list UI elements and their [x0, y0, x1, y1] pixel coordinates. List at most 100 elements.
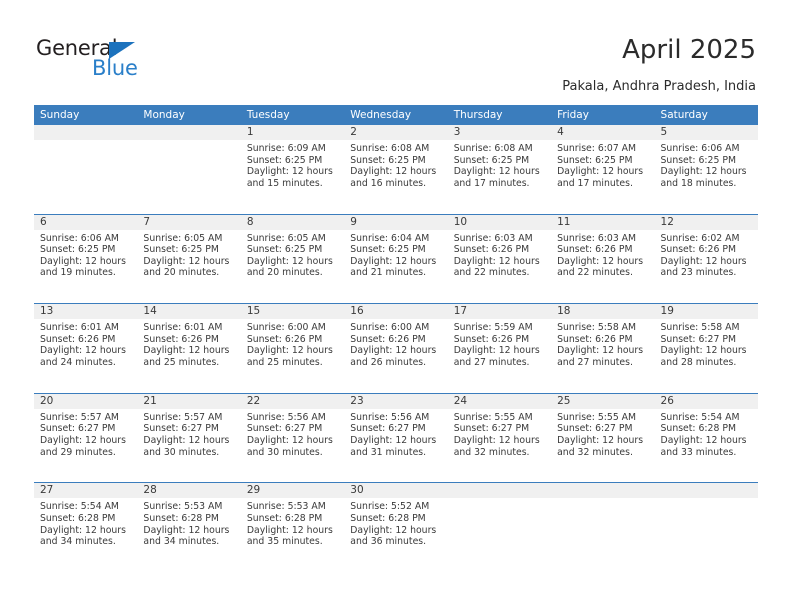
day-sun-info: Sunrise: 6:04 AM Sunset: 6:25 PM Daylight:…: [344, 230, 447, 279]
sunset-time: Sunset: 6:26 PM: [246, 333, 323, 345]
weekday-header-thursday: Thursday: [453, 109, 503, 121]
sunrise-time: Sunrise: 6:08 AM: [350, 143, 430, 154]
calendar-day-cell[interactable]: 24 Sunrise: 5:55 AM Sunset: 6:27 PM Dayligh…: [447, 393, 552, 483]
calendar-day-cell[interactable]: 1 Sunrise: 6:09 AM Sunset: 6:25 PM Daylight…: [240, 125, 345, 214]
daylight-duration: Daylight: 12 hours and 33 minutes.: [660, 434, 747, 458]
day-number: 7: [137, 214, 241, 230]
sunset-time: Sunset: 6:26 PM: [660, 244, 736, 256]
sunrise-time: Sunrise: 6:03 AM: [557, 232, 637, 244]
sunrise-time: Sunrise: 6:05 AM: [143, 232, 223, 244]
day-sun-info: Sunrise: 6:05 AM Sunset: 6:25 PM Daylight:…: [137, 230, 240, 279]
calendar-day-cell[interactable]: 6 Sunrise: 6:06 AM Sunset: 6:25 PM Daylight…: [34, 214, 138, 304]
sunset-time: Sunset: 6:26 PM: [40, 333, 116, 345]
sunrise-time: Sunrise: 5:53 AM: [143, 501, 223, 513]
sunrise-time: Sunrise: 5:54 AM: [660, 411, 740, 423]
sunset-time: Sunset: 6:26 PM: [350, 333, 426, 345]
calendar-page: General Blue April 2025 Pakala, Andhra P…: [0, 0, 792, 612]
calendar-day-cell[interactable]: 30 Sunrise: 5:52 AM Sunset: 6:28 PM Dayligh…: [344, 483, 448, 572]
daylight-duration: Daylight: 12 hours and 17 minutes.: [557, 166, 644, 189]
sunrise-time: Sunrise: 6:06 AM: [40, 232, 119, 244]
sunset-time: Sunset: 6:27 PM: [40, 423, 116, 435]
calendar-day-cell[interactable]: 19 Sunrise: 5:58 AM Sunset: 6:27 PM Dayligh…: [654, 304, 758, 393]
day-number: 24: [447, 393, 552, 409]
sunset-time: Sunset: 6:28 PM: [660, 423, 736, 435]
calendar-day-cell[interactable]: 15 Sunrise: 6:00 AM Sunset: 6:26 PM Dayligh…: [240, 304, 345, 393]
calendar-day-cell[interactable]: 4 Sunrise: 6:07 AM Sunset: 6:25 PM Daylight…: [551, 125, 655, 214]
calendar-day-cell[interactable]: 8 Sunrise: 6:05 AM Sunset: 6:25 PM Daylight…: [240, 214, 345, 304]
sunset-time: Sunset: 6:26 PM: [453, 244, 530, 256]
calendar-day-cell[interactable]: 13 Sunrise: 6:01 AM Sunset: 6:26 PM Dayligh…: [34, 304, 138, 393]
calendar-day-cell[interactable]: 5 Sunrise: 6:06 AM Sunset: 6:25 PM Daylight…: [654, 125, 758, 214]
calendar-day-cell[interactable]: 22 Sunrise: 5:56 AM Sunset: 6:27 PM Dayligh…: [240, 393, 345, 483]
day-sun-info: Sunrise: 5:57 AM Sunset: 6:27 PM Daylight:…: [34, 409, 137, 458]
calendar-day-cell[interactable]: 21 Sunrise: 5:57 AM Sunset: 6:27 PM Dayligh…: [137, 393, 241, 483]
day-sun-info: Sunrise: 5:55 AM Sunset: 6:27 PM Daylight:…: [551, 409, 654, 458]
day-number: 27: [34, 483, 138, 499]
daylight-duration: Daylight: 12 hours and 34 minutes.: [40, 524, 126, 548]
daylight-duration: Daylight: 12 hours and 30 minutes.: [143, 434, 230, 458]
sunset-time: Sunset: 6:27 PM: [557, 423, 633, 435]
calendar-day-cell[interactable]: 17 Sunrise: 5:59 AM Sunset: 6:26 PM Dayligh…: [447, 304, 552, 393]
week-row-inner: 6 Sunrise: 6:06 AM Sunset: 6:25 PM Daylight…: [34, 214, 758, 304]
generalblue-logo[interactable]: General Blue: [36, 36, 156, 82]
day-number: 17: [447, 304, 552, 320]
day-number: 16: [344, 304, 448, 320]
calendar-week-row: 13 Sunrise: 6:01 AM Sunset: 6:26 PM Dayligh…: [34, 303, 758, 393]
day-sun-info: Sunrise: 6:05 AM Sunset: 6:25 PM Daylight:…: [241, 230, 344, 279]
calendar-day-cell[interactable]: 2 Sunrise: 6:08 AM Sunset: 6:25 PM Daylight…: [344, 125, 448, 214]
day-number: 1: [240, 125, 345, 140]
calendar-day-cell[interactable]: 3 Sunrise: 6:08 AM Sunset: 6:25 PM Daylight…: [447, 125, 552, 214]
sunset-time: Sunset: 6:27 PM: [246, 423, 323, 435]
sunset-time: Sunset: 6:27 PM: [453, 423, 530, 435]
daylight-duration: Daylight: 12 hours and 23 minutes.: [660, 255, 747, 279]
calendar-weeks: 1 Sunrise: 6:09 AM Sunset: 6:25 PM Daylight…: [34, 125, 758, 572]
daylight-duration: Daylight: 12 hours and 18 minutes.: [660, 166, 747, 189]
calendar-day-cell[interactable]: 29 Sunrise: 5:53 AM Sunset: 6:28 PM Dayligh…: [240, 483, 345, 572]
calendar-day-cell[interactable]: 27 Sunrise: 5:54 AM Sunset: 6:28 PM Dayligh…: [34, 483, 138, 572]
daylight-duration: Daylight: 12 hours and 20 minutes.: [143, 255, 230, 279]
sunset-time: Sunset: 6:25 PM: [350, 154, 426, 166]
sunset-time: Sunset: 6:25 PM: [557, 154, 633, 166]
calendar-day-cell[interactable]: 16 Sunrise: 6:00 AM Sunset: 6:26 PM Dayligh…: [344, 304, 448, 393]
day-sun-info: Sunrise: 6:06 AM Sunset: 6:25 PM Daylight:…: [655, 140, 758, 189]
day-number: 3: [447, 125, 552, 140]
day-number: 23: [344, 393, 448, 409]
sunrise-time: Sunrise: 5:56 AM: [350, 411, 430, 423]
day-sun-info: Sunrise: 5:54 AM Sunset: 6:28 PM Daylight:…: [34, 498, 137, 547]
sunrise-time: Sunrise: 6:06 AM: [660, 143, 740, 154]
calendar-day-cell[interactable]: 9 Sunrise: 6:04 AM Sunset: 6:25 PM Daylight…: [344, 214, 448, 304]
daylight-duration: Daylight: 12 hours and 35 minutes.: [246, 524, 333, 548]
calendar-week-row: 1 Sunrise: 6:09 AM Sunset: 6:25 PM Daylight…: [34, 125, 758, 214]
calendar-day-cell[interactable]: 20 Sunrise: 5:57 AM Sunset: 6:27 PM Dayligh…: [34, 393, 138, 483]
calendar-day-cell[interactable]: 28 Sunrise: 5:53 AM Sunset: 6:28 PM Dayligh…: [137, 483, 241, 572]
calendar-day-cell[interactable]: 12 Sunrise: 6:02 AM Sunset: 6:26 PM Dayligh…: [654, 214, 758, 304]
daylight-duration: Daylight: 12 hours and 25 minutes.: [143, 345, 230, 368]
weekday-header-monday: Monday: [143, 109, 185, 121]
calendar-day-cell[interactable]: 11 Sunrise: 6:03 AM Sunset: 6:26 PM Dayligh…: [551, 214, 655, 304]
daylight-duration: Daylight: 12 hours and 29 minutes.: [40, 434, 126, 458]
calendar-day-cell[interactable]: 14 Sunrise: 6:01 AM Sunset: 6:26 PM Dayligh…: [137, 304, 241, 393]
calendar-day-cell[interactable]: 23 Sunrise: 5:56 AM Sunset: 6:27 PM Dayligh…: [344, 393, 448, 483]
calendar-week-row: 6 Sunrise: 6:06 AM Sunset: 6:25 PM Daylight…: [34, 213, 758, 304]
calendar-day-cell[interactable]: 25 Sunrise: 5:55 AM Sunset: 6:27 PM Dayligh…: [551, 393, 655, 483]
day-sun-info: Sunrise: 6:00 AM Sunset: 6:26 PM Daylight:…: [241, 319, 344, 368]
day-sun-info: Sunrise: 5:58 AM Sunset: 6:26 PM Daylight:…: [551, 319, 654, 368]
calendar-day-cell[interactable]: 7 Sunrise: 6:05 AM Sunset: 6:25 PM Daylight…: [137, 214, 241, 304]
day-sun-info: Sunrise: 5:54 AM Sunset: 6:28 PM Daylight:…: [655, 409, 758, 458]
sunrise-time: Sunrise: 6:01 AM: [143, 322, 223, 334]
sunset-time: Sunset: 6:27 PM: [143, 423, 219, 435]
sunrise-time: Sunrise: 6:07 AM: [557, 143, 637, 154]
day-number: 18: [551, 304, 655, 320]
sunrise-time: Sunrise: 5:56 AM: [246, 411, 326, 423]
sunset-time: Sunset: 6:26 PM: [453, 333, 530, 345]
day-sun-info: Sunrise: 6:08 AM Sunset: 6:25 PM Daylight:…: [448, 140, 551, 189]
daylight-duration: Daylight: 12 hours and 27 minutes.: [453, 345, 540, 368]
daylight-duration: Daylight: 12 hours and 15 minutes.: [246, 166, 333, 189]
day-sun-info: Sunrise: 5:56 AM Sunset: 6:27 PM Daylight:…: [241, 409, 344, 458]
sunset-time: Sunset: 6:25 PM: [246, 244, 323, 256]
calendar-day-cell[interactable]: 10 Sunrise: 6:03 AM Sunset: 6:26 PM Dayligh…: [447, 214, 552, 304]
day-number: 20: [34, 393, 138, 409]
calendar-day-cell[interactable]: 18 Sunrise: 5:58 AM Sunset: 6:26 PM Dayligh…: [551, 304, 655, 393]
calendar-day-cell[interactable]: 26 Sunrise: 5:54 AM Sunset: 6:28 PM Dayligh…: [654, 393, 758, 483]
sunrise-time: Sunrise: 5:55 AM: [557, 411, 637, 423]
